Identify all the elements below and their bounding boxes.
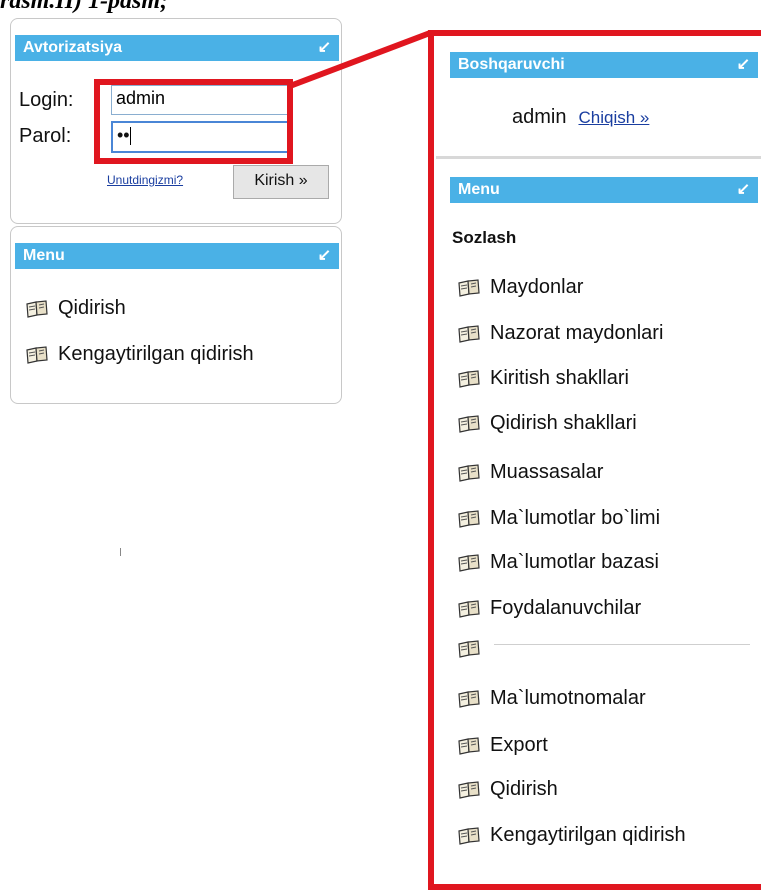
login-button[interactable]: Kirish » bbox=[233, 165, 329, 199]
left-menu-panel: Menu ↙ Qidirish Kengaytirilgan qidirish bbox=[10, 226, 342, 404]
left-menu-item[interactable]: Kengaytirilgan qidirish bbox=[25, 343, 254, 366]
book-icon bbox=[25, 345, 49, 364]
forgot-password-link[interactable]: Unutdingizmi? bbox=[107, 173, 183, 187]
left-menu-item[interactable]: Qidirish bbox=[25, 297, 126, 320]
auth-panel-title: Avtorizatsiya bbox=[23, 39, 122, 56]
login-highlight-box bbox=[94, 79, 293, 164]
collapse-arrow-icon[interactable]: ↙ bbox=[318, 35, 331, 61]
password-label: Parol: bbox=[19, 125, 72, 147]
login-label: Login: bbox=[19, 89, 74, 111]
admin-highlight-box bbox=[428, 30, 761, 890]
left-menu-title: Menu bbox=[23, 247, 65, 264]
book-icon bbox=[25, 299, 49, 318]
stray-mark bbox=[120, 548, 121, 556]
collapse-arrow-icon[interactable]: ↙ bbox=[318, 243, 331, 269]
figure-caption: rasm.II) 1-pasm; bbox=[0, 0, 169, 14]
left-menu-item-label: Kengaytirilgan qidirish bbox=[58, 343, 254, 365]
auth-panel-header: Avtorizatsiya ↙ bbox=[15, 35, 339, 61]
left-menu-item-label: Qidirish bbox=[58, 297, 126, 319]
left-menu-header: Menu ↙ bbox=[15, 243, 339, 269]
